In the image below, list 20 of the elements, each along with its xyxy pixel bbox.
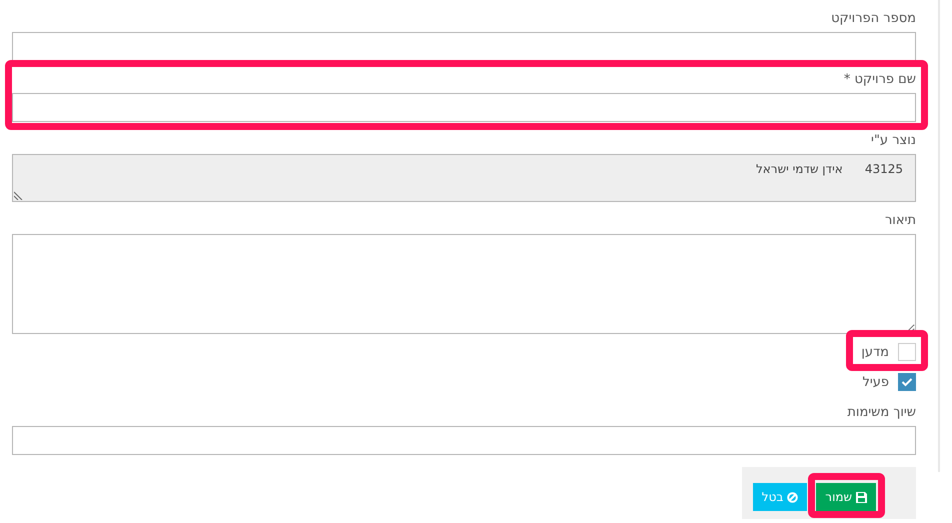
field-label: נוצר ע"י xyxy=(870,132,916,150)
cancel-button[interactable]: בטל xyxy=(752,483,808,511)
user-id: 43125 xyxy=(864,162,903,178)
checkbox-label: פעיל xyxy=(862,374,889,390)
ban-icon xyxy=(787,492,798,502)
save-button[interactable]: שמור xyxy=(816,483,876,511)
input-field[interactable] xyxy=(12,32,916,61)
checkbox[interactable] xyxy=(898,343,916,361)
description-field[interactable] xyxy=(12,234,916,334)
checkbox-label: מדען xyxy=(861,344,889,360)
field-label: מספר הפרויקט xyxy=(830,10,916,28)
resize-grip-icon[interactable] xyxy=(14,191,23,200)
field-label: שיוך משימות xyxy=(846,404,916,422)
input-field[interactable] xyxy=(12,426,916,455)
field-label: שם פרויקט * xyxy=(842,71,916,89)
user-name: אידן שדמי ישראל xyxy=(756,162,843,178)
input-field[interactable] xyxy=(12,93,916,122)
field-label: תיאור xyxy=(884,212,916,230)
checkmark-icon xyxy=(901,377,913,387)
checkbox[interactable] xyxy=(898,373,916,391)
